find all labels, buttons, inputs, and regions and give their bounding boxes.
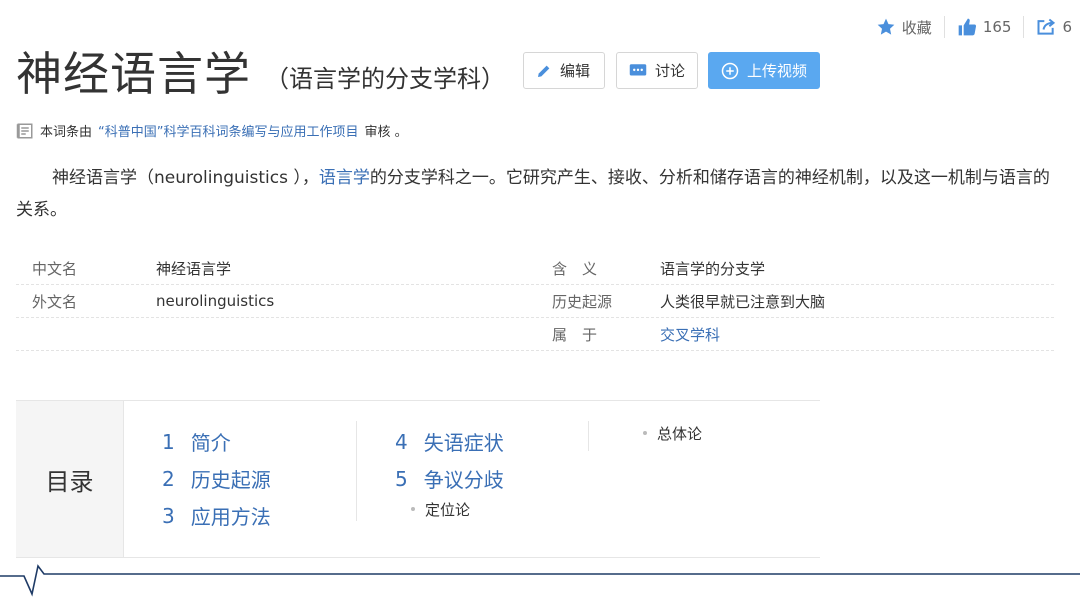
review-note: 本词条由 “科普中国”科学百科词条编写与应用工作项目 审核 。: [16, 121, 408, 140]
page-subtitle: （语言学的分支学科）: [265, 64, 505, 93]
toc-label: 失语症状: [423, 431, 504, 455]
document-icon: [16, 123, 33, 138]
article-actions: 收藏 165 6: [864, 16, 1072, 38]
toc-column: 总体论: [588, 421, 820, 451]
info-row: 属 于 交叉学科: [16, 318, 1054, 351]
toc-label: 争议分歧: [423, 468, 504, 492]
collect-button[interactable]: 收藏: [864, 17, 944, 38]
share-button[interactable]: 6: [1024, 17, 1072, 37]
toc-sub-label: 定位论: [425, 500, 471, 519]
info-key: 外文名: [32, 292, 78, 311]
summary-text: 神经语言学（neurolinguistics ），: [52, 168, 319, 188]
toc-column: 4 失语症状 5 争议分歧 定位论: [356, 421, 588, 521]
share-count: 6: [1062, 18, 1072, 36]
collect-label: 收藏: [901, 18, 932, 37]
toc-item-methods[interactable]: 3 应用方法: [162, 497, 356, 534]
linguistics-link[interactable]: 语言学: [319, 168, 370, 188]
like-button[interactable]: 165: [945, 17, 1024, 37]
info-key: 中文名: [32, 259, 78, 278]
review-suffix: 审核 。: [364, 125, 408, 140]
upload-video-label: 上传视频: [747, 62, 808, 80]
toc-label: 应用方法: [190, 505, 271, 529]
decorative-pulse-line: [0, 564, 1080, 597]
toc-item-aphasia[interactable]: 4 失语症状: [395, 423, 588, 460]
review-prefix: 本词条由: [40, 125, 93, 140]
plus-circle-icon: [721, 62, 739, 79]
info-key: 历史起源: [552, 292, 613, 311]
toc-subitem-localization[interactable]: 定位论: [395, 497, 588, 521]
toc-heading: 目录: [16, 401, 124, 557]
edit-label: 编辑: [560, 62, 591, 80]
toc-label: 简介: [190, 431, 231, 455]
table-of-contents: 目录 1 简介 2 历史起源 3 应用方法 4 失语症状 5 争议分歧 定位论: [16, 400, 820, 558]
title-row: 神经语言学 （语言学的分支学科）: [16, 38, 505, 104]
toc-item-history[interactable]: 2 历史起源: [162, 460, 356, 497]
toc-item-controversy[interactable]: 5 争议分歧: [395, 460, 588, 497]
toc-sub-label: 总体论: [657, 424, 703, 443]
toc-subitem-holism[interactable]: 总体论: [643, 421, 820, 445]
discuss-button[interactable]: 讨论: [616, 52, 698, 89]
info-value: 神经语言学: [156, 259, 232, 278]
info-value: 语言学的分支学: [660, 259, 766, 278]
basic-info-table: 中文名 神经语言学 含 义 语言学的分支学 外文名 neurolinguisti…: [16, 252, 1054, 351]
discuss-label: 讨论: [655, 62, 686, 80]
toc-label: 历史起源: [190, 468, 271, 492]
star-icon: [877, 18, 895, 35]
info-key: 属 于: [552, 325, 598, 344]
share-icon: [1037, 18, 1056, 35]
upload-video-button[interactable]: 上传视频: [708, 52, 820, 89]
toc-number: 3: [162, 503, 175, 528]
summary-paragraph: 神经语言学（neurolinguistics ），语言学的分支学科之一。它研究产…: [16, 162, 1056, 226]
toc-number: 5: [395, 466, 408, 491]
toc-column: 1 简介 2 历史起源 3 应用方法: [124, 401, 356, 557]
info-value: neurolinguistics: [156, 292, 275, 310]
chat-icon: [629, 63, 647, 75]
bullet-icon: [643, 431, 647, 435]
info-key: 含 义: [552, 259, 598, 278]
info-row: 中文名 神经语言学 含 义 语言学的分支学: [16, 252, 1054, 285]
interdisciplinary-link[interactable]: 交叉学科: [660, 324, 720, 345]
review-org-link[interactable]: “科普中国”科学百科词条编写与应用工作项目: [98, 121, 358, 140]
bullet-icon: [411, 507, 415, 511]
page-title: 神经语言学: [16, 47, 251, 101]
edit-button[interactable]: 编辑: [523, 52, 605, 89]
toc-item-intro[interactable]: 1 简介: [162, 423, 356, 460]
toc-number: 1: [162, 429, 175, 454]
info-row: 外文名 neurolinguistics 历史起源 人类很早就已注意到大脑: [16, 285, 1054, 318]
toc-number: 4: [395, 429, 408, 454]
like-count: 165: [982, 18, 1012, 36]
thumbs-up-icon: [958, 18, 976, 36]
pencil-icon: [538, 65, 550, 77]
info-value: 人类很早就已注意到大脑: [660, 292, 826, 311]
toc-number: 2: [162, 466, 175, 491]
